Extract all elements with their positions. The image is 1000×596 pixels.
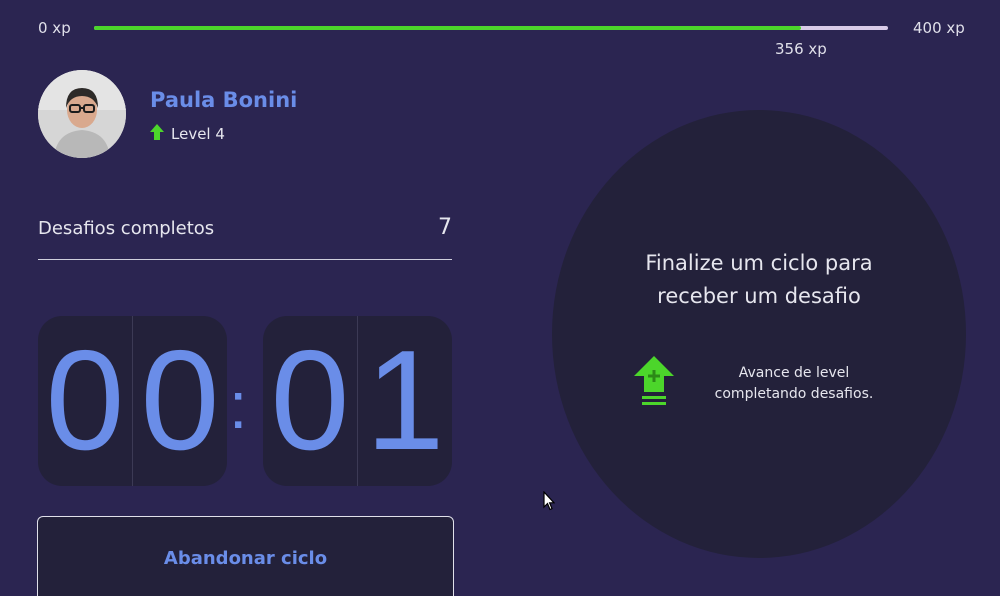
abandon-cycle-button[interactable]: Abandonar ciclo: [37, 516, 454, 596]
countdown-minutes: 0 0: [38, 316, 227, 486]
countdown-seconds: 0 1: [263, 316, 452, 486]
challenge-panel-hint: Avance de level completando desafios.: [634, 356, 894, 412]
completed-challenges-label: Desafios completos: [38, 218, 215, 239]
user-name: Paula Bonini: [150, 88, 298, 112]
xp-min-label: 0 xp: [38, 19, 71, 37]
arrow-up-icon: [150, 124, 164, 144]
xp-progress-track: [94, 26, 888, 30]
completed-challenges: Desafios completos 7: [38, 214, 452, 260]
challenge-panel-title: Finalize um ciclo para receber um desafi…: [645, 251, 873, 308]
challenge-panel-hint-text: Avance de level completando desafios.: [714, 365, 874, 402]
xp-max-label: 400 xp: [913, 19, 965, 37]
minutes-tens-digit: 0: [45, 321, 125, 480]
user-level: Level 4: [150, 124, 225, 144]
mouse-cursor-icon: [543, 490, 556, 515]
avatar: [38, 70, 126, 158]
level-label: Level 4: [171, 125, 225, 143]
countdown-separator: :: [229, 368, 248, 442]
level-up-icon: [634, 356, 674, 412]
minutes-units-digit: 0: [132, 316, 227, 486]
xp-progress-fill: [94, 26, 801, 30]
seconds-units-digit: 1: [357, 316, 452, 486]
seconds-tens-digit: 0: [270, 321, 350, 480]
xp-current-label: 356 xp: [775, 40, 827, 58]
challenge-panel: Finalize um ciclo para receber um desafi…: [552, 110, 966, 558]
completed-challenges-count: 7: [438, 215, 452, 240]
